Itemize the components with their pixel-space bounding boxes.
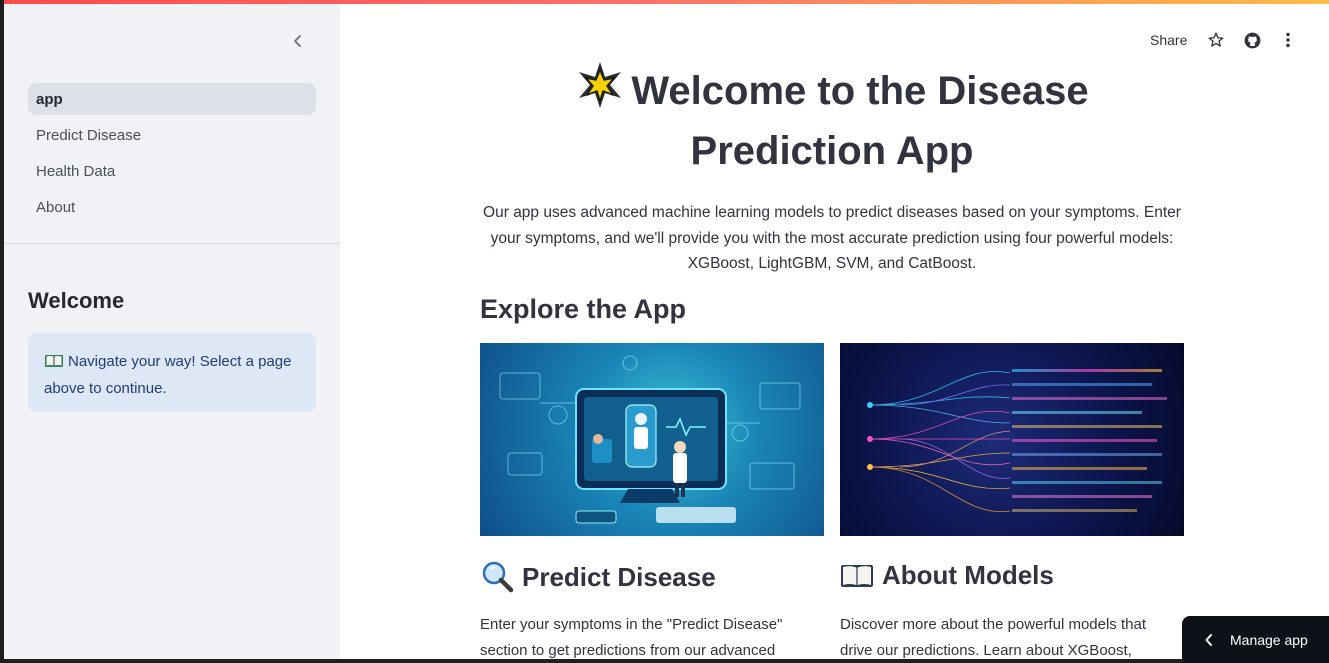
sidebar-item-health-data[interactable]: Health Data <box>28 155 316 187</box>
predict-disease-illustration <box>480 343 824 536</box>
collapse-sidebar-button[interactable] <box>287 30 309 52</box>
manage-app-label: Manage app <box>1230 631 1308 648</box>
section-heading-text: Predict Disease <box>522 561 716 592</box>
sidebar-item-label: app <box>36 90 63 108</box>
sidebar-item-label: About <box>36 198 76 216</box>
about-models-illustration <box>840 343 1184 536</box>
main-content: Welcome to the Disease Prediction App Ou… <box>480 60 1184 659</box>
explore-heading: Explore the App <box>480 294 687 324</box>
chevron-left-icon <box>294 35 301 47</box>
star-icon[interactable] <box>1205 29 1227 51</box>
open-book-icon <box>840 562 874 590</box>
glowing-star-icon <box>575 60 625 124</box>
sidebar: app Predict Disease Health Data About We… <box>4 4 340 659</box>
page-title: Welcome to the Disease Prediction App <box>480 60 1184 178</box>
magnifier-icon <box>480 560 514 594</box>
chevron-left-icon <box>1204 633 1214 647</box>
sidebar-info-text: Navigate your way! Select a page above t… <box>44 353 292 397</box>
github-icon[interactable] <box>1241 29 1263 51</box>
top-decoration-stripe <box>0 0 1329 4</box>
window-bottom-edge <box>0 659 1329 663</box>
intro-paragraph: Our app uses advanced machine learning m… <box>483 204 1181 272</box>
sidebar-divider <box>4 243 340 244</box>
sidebar-item-label: Predict Disease <box>36 126 142 144</box>
sidebar-welcome-heading: Welcome <box>28 288 125 313</box>
share-button[interactable]: Share <box>1150 32 1187 48</box>
more-vertical-icon[interactable] <box>1277 29 1299 51</box>
manage-app-button[interactable]: Manage app <box>1182 616 1329 663</box>
sidebar-item-about[interactable]: About <box>28 191 316 223</box>
window-left-edge <box>0 0 4 663</box>
section-heading-text: About Models <box>882 560 1054 590</box>
open-book-icon <box>44 353 64 377</box>
page-title-text: Welcome to the Disease Prediction App <box>631 69 1089 173</box>
about-models-heading: About Models <box>840 560 1054 591</box>
about-models-description: Discover more about the powerful models … <box>840 616 1146 659</box>
sidebar-nav: app Predict Disease Health Data About <box>28 83 316 227</box>
header-toolbar: Share <box>1150 28 1313 52</box>
sidebar-item-predict-disease[interactable]: Predict Disease <box>28 119 316 151</box>
sidebar-info-box: Navigate your way! Select a page above t… <box>28 333 316 412</box>
predict-disease-description: Enter your symptoms in the "Predict Dise… <box>480 616 783 659</box>
sidebar-item-label: Health Data <box>36 162 116 180</box>
sidebar-item-app[interactable]: app <box>28 83 316 115</box>
predict-disease-heading: Predict Disease <box>480 560 716 594</box>
